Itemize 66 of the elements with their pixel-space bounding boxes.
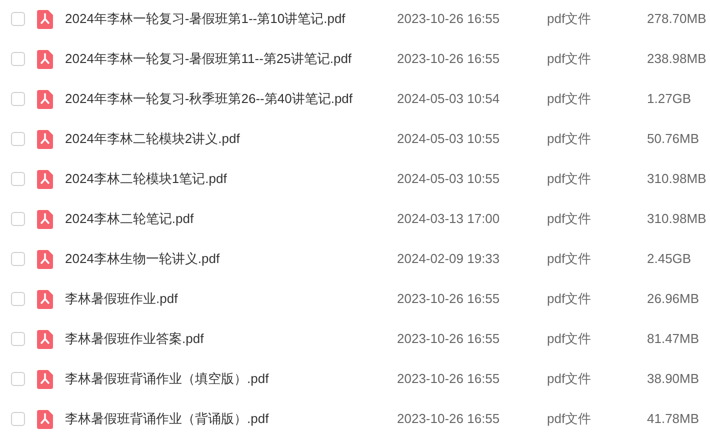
file-size: 50.76MB (647, 130, 700, 148)
file-type: pdf文件 (547, 330, 592, 348)
modified-date: 2024-03-13 17:00 (397, 210, 501, 228)
file-name[interactable]: 2024年李林一轮复习-暑假班第11--第25讲笔记.pdf (65, 49, 397, 69)
file-type: pdf文件 (547, 170, 592, 188)
file-size: 2.45GB (647, 250, 692, 268)
row-checkbox[interactable] (11, 252, 25, 266)
file-size: 41.78MB (647, 410, 700, 428)
row-checkbox[interactable] (11, 372, 25, 386)
file-size: 238.98MB (647, 50, 706, 68)
row-checkbox[interactable] (11, 292, 25, 306)
row-checkbox[interactable] (11, 212, 25, 226)
file-name[interactable]: 2024年李林二轮模块2讲义.pdf (65, 129, 397, 149)
file-type: pdf文件 (547, 210, 592, 228)
row-checkbox[interactable] (11, 132, 25, 146)
file-name[interactable]: 2024年李林一轮复习-暑假班第1--第10讲笔记.pdf (65, 9, 397, 29)
pdf-file-icon (37, 210, 53, 228)
modified-date: 2024-05-03 10:55 (397, 130, 501, 148)
modified-date: 2023-10-26 16:55 (397, 330, 501, 348)
pdf-file-icon (37, 170, 53, 188)
pdf-file-icon (37, 370, 53, 388)
file-type: pdf文件 (547, 250, 592, 268)
file-type: pdf文件 (547, 370, 592, 388)
pdf-file-icon (37, 10, 53, 28)
file-size: 38.90MB (647, 370, 700, 388)
pdf-file-icon (37, 130, 53, 148)
file-type: pdf文件 (547, 50, 592, 68)
file-size: 1.27GB (647, 90, 692, 108)
file-type: pdf文件 (547, 410, 592, 428)
row-checkbox[interactable] (11, 92, 25, 106)
row-checkbox[interactable] (11, 412, 25, 426)
modified-date: 2023-10-26 16:55 (397, 410, 501, 428)
modified-date: 2024-05-03 10:54 (397, 90, 501, 108)
file-type: pdf文件 (547, 90, 592, 108)
row-checkbox[interactable] (11, 12, 25, 26)
file-size: 26.96MB (647, 290, 700, 308)
file-type: pdf文件 (547, 130, 592, 148)
pdf-file-icon (37, 410, 53, 428)
file-name[interactable]: 2024李林二轮模块1笔记.pdf (65, 169, 397, 189)
pdf-file-icon (37, 50, 53, 68)
pdf-file-icon (37, 90, 53, 108)
row-checkbox[interactable] (11, 172, 25, 186)
modified-date: 2024-05-03 10:55 (397, 170, 501, 188)
pdf-file-icon (37, 290, 53, 308)
modified-date: 2024-02-09 19:33 (397, 250, 501, 268)
pdf-file-icon (37, 330, 53, 348)
file-name[interactable]: 2024李林生物一轮讲义.pdf (65, 249, 397, 269)
modified-date: 2023-10-26 16:55 (397, 10, 501, 28)
file-type: pdf文件 (547, 10, 592, 28)
row-checkbox[interactable] (11, 52, 25, 66)
file-name[interactable]: 2024年李林一轮复习-秋季班第26--第40讲笔记.pdf (65, 89, 397, 109)
file-size: 81.47MB (647, 330, 700, 348)
file-name[interactable]: 李林暑假班作业.pdf (65, 289, 397, 309)
file-size: 310.98MB (647, 170, 706, 188)
modified-date: 2023-10-26 16:55 (397, 370, 501, 388)
file-size: 310.98MB (647, 210, 706, 228)
file-name[interactable]: 2024李林二轮笔记.pdf (65, 209, 397, 229)
modified-date: 2023-10-26 16:55 (397, 50, 501, 68)
row-checkbox[interactable] (11, 332, 25, 346)
pdf-file-icon (37, 250, 53, 268)
modified-date: 2023-10-26 16:55 (397, 290, 501, 308)
file-size: 278.70MB (647, 10, 706, 28)
file-name[interactable]: 李林暑假班背诵作业（背诵版）.pdf (65, 409, 397, 429)
file-type: pdf文件 (547, 290, 592, 308)
file-name[interactable]: 李林暑假班作业答案.pdf (65, 329, 397, 349)
file-name[interactable]: 李林暑假班背诵作业（填空版）.pdf (65, 369, 397, 389)
